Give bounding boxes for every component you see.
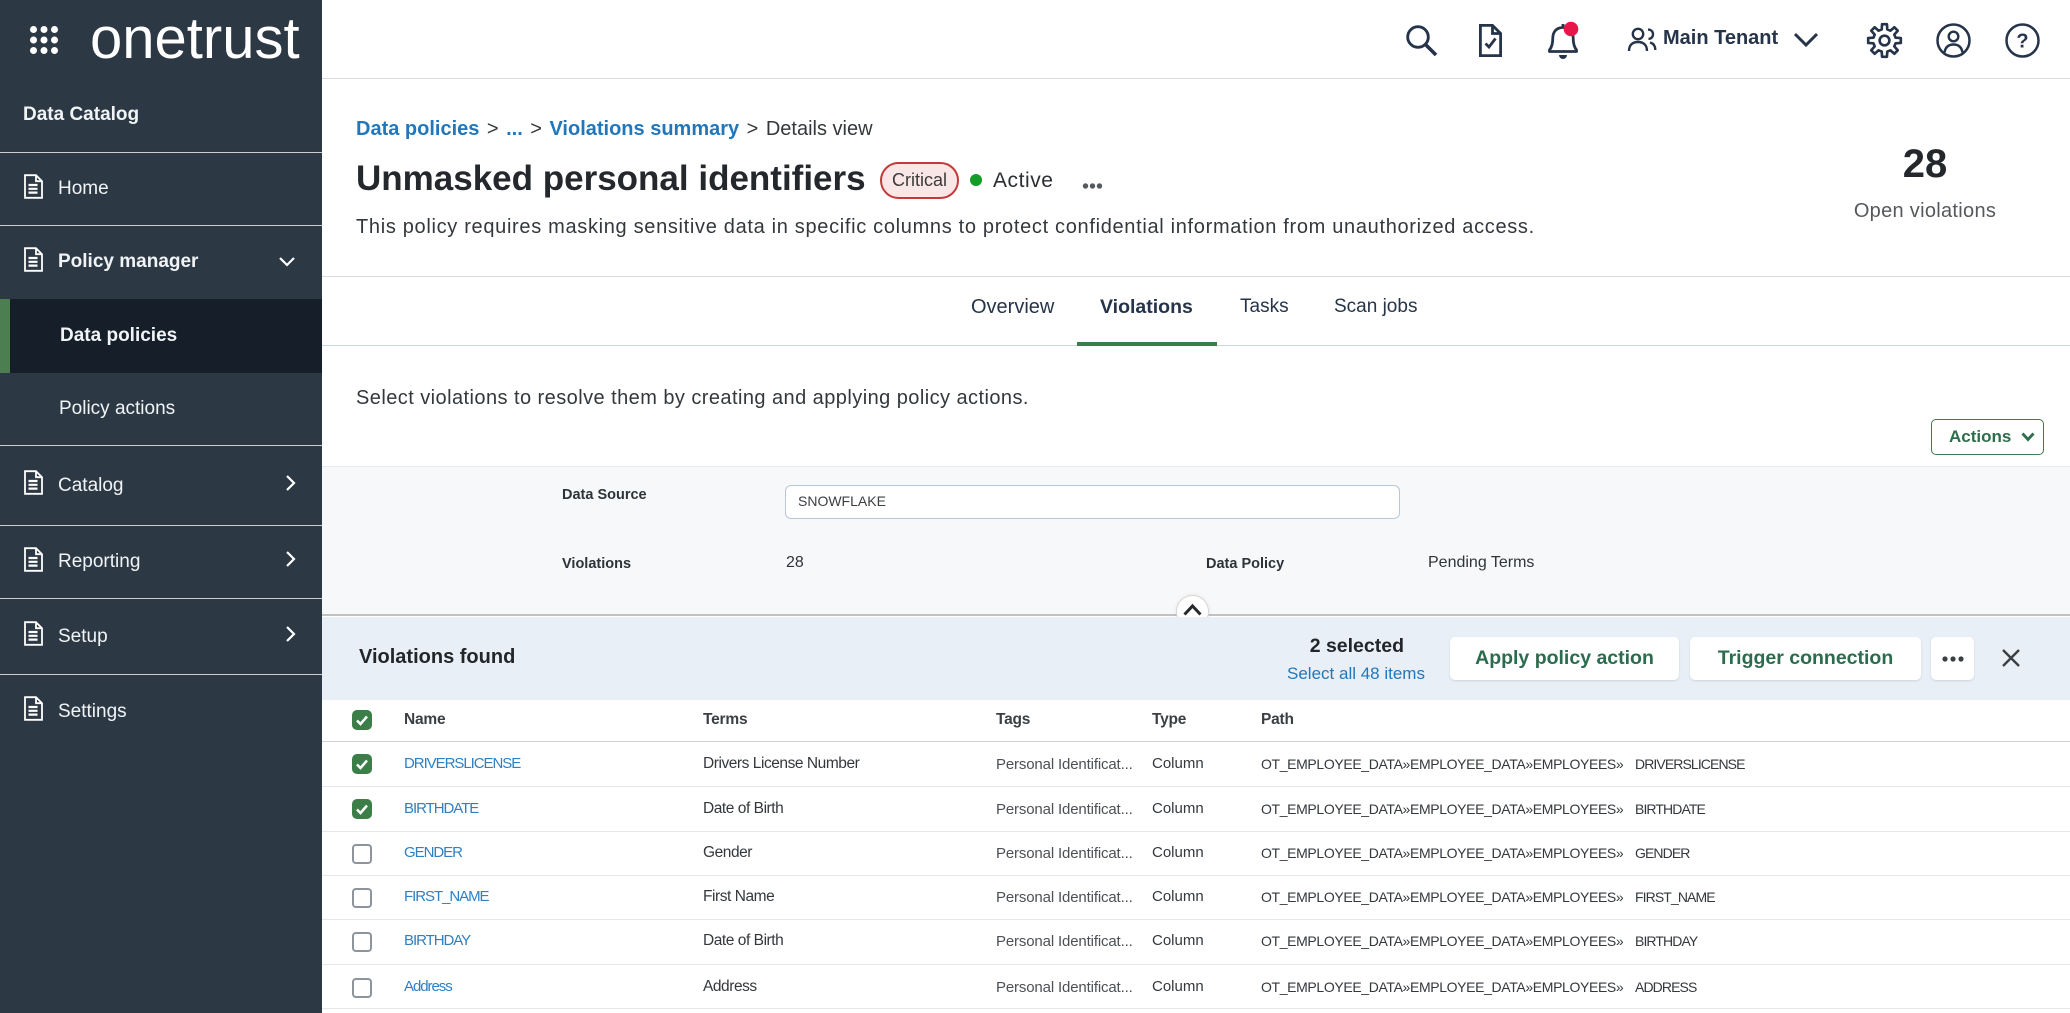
svg-text:?: ? <box>2016 31 2028 53</box>
